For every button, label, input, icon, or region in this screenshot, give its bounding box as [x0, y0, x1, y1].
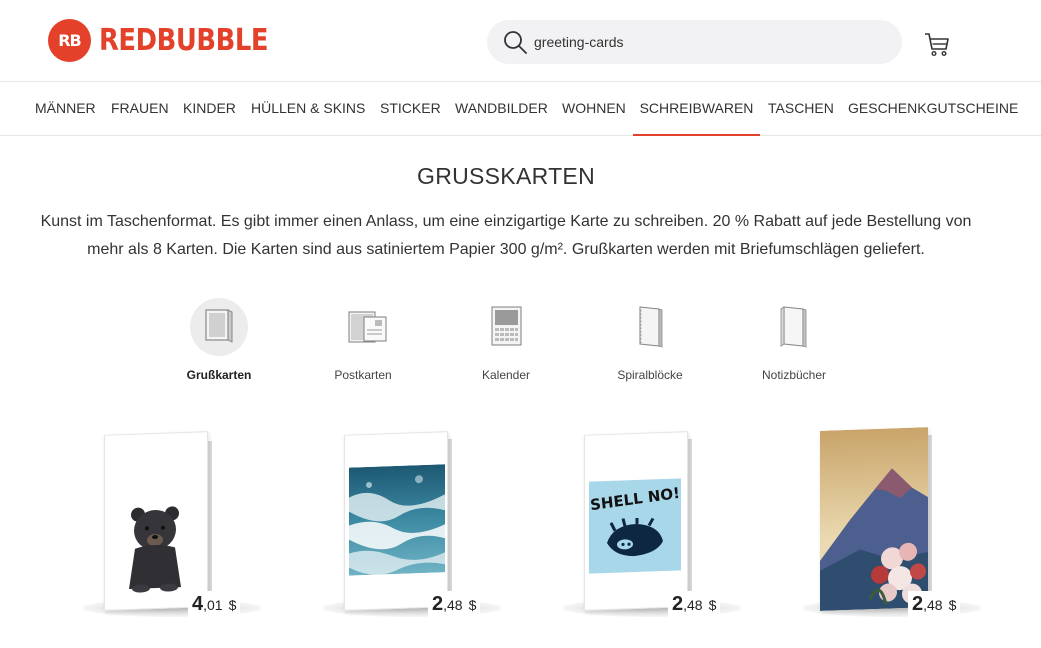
- greeting-card-image[interactable]: [820, 427, 928, 611]
- product-card[interactable]: SHELL NO! 2,48 $: [560, 425, 780, 635]
- category-label: Notizbücher: [761, 368, 827, 382]
- logo-mark: RB: [48, 18, 91, 62]
- ocean-waves-art: [349, 464, 445, 576]
- search-icon[interactable]: [502, 29, 528, 55]
- greeting-card-image[interactable]: [104, 431, 208, 611]
- page-description: Kunst im Taschenformat. Es gibt immer ei…: [40, 213, 972, 258]
- nav-item-huellen-skins[interactable]: HÜLLEN & SKINS: [251, 83, 365, 136]
- postcard-icon: [334, 298, 392, 356]
- shell-no-text: SHELL NO!: [589, 483, 681, 515]
- search-bar[interactable]: [487, 20, 902, 64]
- bear-cub-art: [129, 506, 181, 593]
- category-postkarten[interactable]: Postkarten: [298, 298, 428, 382]
- page-title: GRUSSKARTEN: [417, 163, 595, 189]
- product-card[interactable]: 2,48 $: [320, 425, 540, 635]
- cart-icon[interactable]: [923, 30, 951, 58]
- main-nav: MÄNNER FRAUEN KINDER HÜLLEN & SKINS STIC…: [0, 83, 1041, 136]
- nav-item-wandbilder[interactable]: WANDBILDER: [455, 83, 548, 136]
- nav-item-wohnen[interactable]: WOHNEN: [562, 83, 626, 136]
- nav-item-geschenkgutscheine[interactable]: GESCHENKGUTSCHEINE: [848, 83, 1018, 136]
- nav-item-frauen[interactable]: FRAUEN: [111, 83, 169, 136]
- nav-item-taschen[interactable]: TASCHEN: [768, 83, 834, 136]
- product-card[interactable]: 2,48 $: [800, 425, 1020, 635]
- shell-icon: [607, 517, 663, 557]
- calendar-icon: [477, 298, 535, 356]
- category-label: Spiralblöcke: [617, 368, 683, 382]
- category-kalender[interactable]: Kalender: [441, 298, 571, 382]
- greeting-card-icon: [190, 298, 248, 356]
- product-card[interactable]: 4,01 $: [80, 425, 300, 635]
- category-notizbuecher[interactable]: Notizbücher: [729, 298, 859, 382]
- price-tag: 2,48 $: [428, 591, 481, 618]
- category-label: Grußkarten: [186, 368, 252, 382]
- category-label: Postkarten: [334, 368, 392, 382]
- nav-item-maenner[interactable]: MÄNNER: [35, 83, 96, 136]
- category-label: Kalender: [481, 368, 531, 382]
- redbubble-logo[interactable]: RB REDBUBBLE: [48, 18, 296, 62]
- greeting-card-image[interactable]: SHELL NO!: [584, 431, 688, 611]
- nav-item-kinder[interactable]: KINDER: [183, 83, 236, 136]
- search-input[interactable]: [534, 32, 874, 52]
- category-grusskarten[interactable]: Grußkarten: [154, 298, 284, 382]
- price-tag: 2,48 $: [908, 591, 961, 618]
- spiral-notebook-icon: [621, 298, 679, 356]
- nav-item-sticker[interactable]: STICKER: [380, 83, 441, 136]
- site-header: RB REDBUBBLE: [0, 0, 1041, 82]
- nav-item-schreibwaren[interactable]: SCHREIBWAREN: [633, 83, 760, 136]
- category-spiralbloecke[interactable]: Spiralblöcke: [585, 298, 715, 382]
- mountain-flowers-art: [820, 427, 928, 611]
- shell-no-art: SHELL NO!: [589, 478, 681, 574]
- logo-text: REDBUBBLE: [99, 22, 269, 58]
- greeting-card-image[interactable]: [344, 431, 448, 611]
- price-tag: 4,01 $: [188, 591, 241, 618]
- notebook-icon: [765, 298, 823, 356]
- price-tag: 2,48 $: [668, 591, 721, 618]
